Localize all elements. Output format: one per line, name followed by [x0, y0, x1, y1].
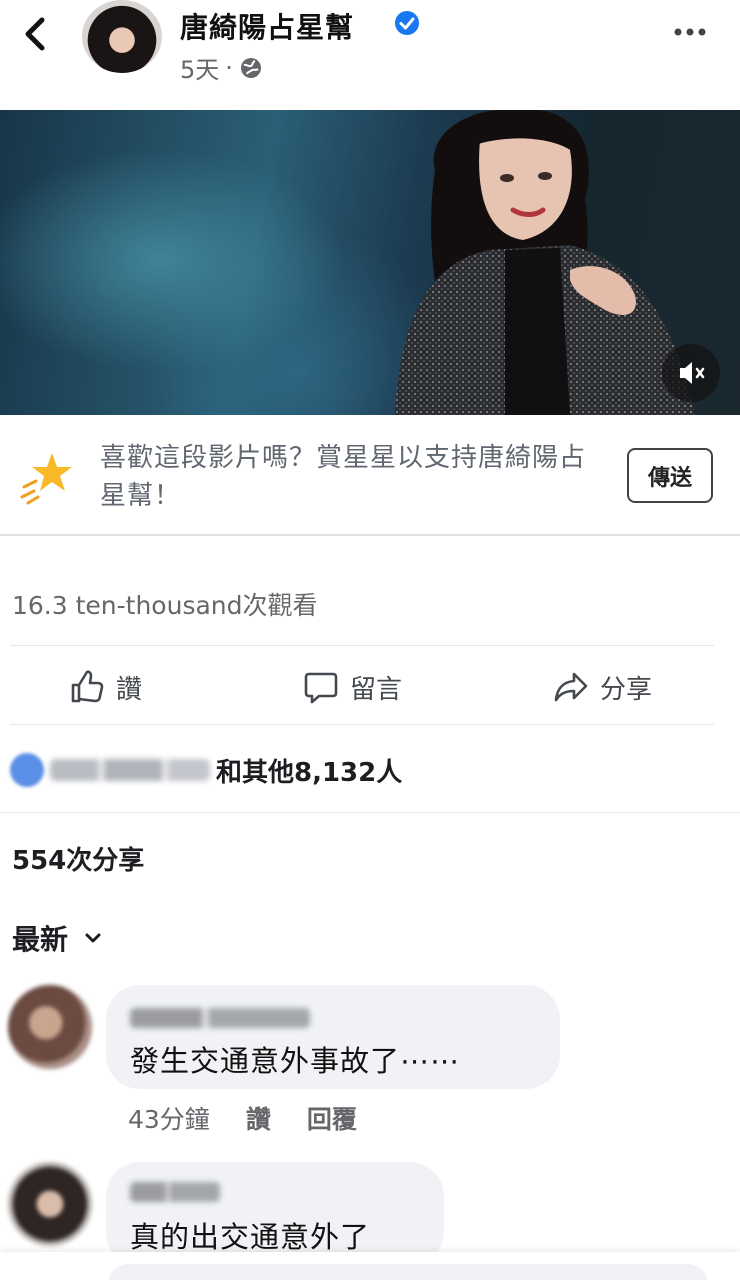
stars-promo-text: 喜歡這段影片嗎？賞星星以支持唐綺陽占星幫！ — [100, 443, 587, 511]
video-player[interactable] — [0, 110, 740, 415]
more-icon[interactable] — [670, 22, 710, 42]
divider — [0, 812, 740, 813]
page-avatar[interactable] — [82, 0, 162, 73]
share-icon — [554, 672, 588, 702]
comment-input[interactable] — [108, 1264, 708, 1280]
reactions-count: 和其他8,132人 — [216, 757, 403, 788]
back-icon[interactable] — [18, 14, 54, 54]
page-name[interactable]: 唐綺陽占星幫 — [180, 6, 354, 46]
like-button[interactable]: 讚 — [68, 668, 142, 706]
like-reaction-icon — [10, 753, 44, 787]
video-person-image — [395, 110, 695, 415]
share-label: 分享 — [600, 674, 653, 705]
like-label: 讚 — [116, 674, 143, 705]
comment-like-link[interactable]: 讚 — [246, 1100, 271, 1136]
blurred-commenter-name[interactable] — [130, 1008, 310, 1028]
stars-promo: 喜歡這段影片嗎？賞星星以支持唐綺陽占星幫！ 傳送 — [0, 415, 740, 536]
post-time[interactable]: 5天 — [180, 50, 219, 85]
post-meta: 5天 · — [180, 50, 263, 85]
comment-meta: 43分鐘 讚 回覆 — [128, 1100, 357, 1136]
commenter-avatar[interactable] — [8, 1162, 92, 1246]
comment-time: 43分鐘 — [128, 1105, 210, 1134]
mute-icon[interactable] — [662, 344, 720, 402]
comment-reply-link[interactable]: 回覆 — [307, 1100, 357, 1136]
comment-sort-dropdown[interactable]: 最新 — [12, 918, 104, 958]
action-bar: 讚 留言 分享 — [10, 645, 714, 725]
comment-label: 留言 — [350, 674, 403, 705]
share-count[interactable]: 554次分享 — [12, 840, 144, 877]
commenter-avatar[interactable] — [8, 985, 92, 1069]
post-header: 唐綺陽占星幫 5天 · — [0, 0, 740, 108]
verified-icon — [395, 11, 419, 35]
chevron-down-icon — [85, 933, 101, 943]
share-button[interactable]: 分享 — [552, 668, 652, 706]
sort-label: 最新 — [12, 923, 69, 956]
comment-text: 發生交通意外事故了⋯⋯ — [130, 1044, 461, 1078]
globe-icon — [240, 57, 261, 78]
star-icon — [20, 453, 72, 505]
blurred-reactor-name — [50, 759, 210, 781]
view-count: 16.3 ten-thousand次觀看 — [12, 591, 318, 620]
meta-separator: · — [225, 53, 233, 82]
comment-icon — [304, 672, 338, 704]
comment-button[interactable]: 留言 — [302, 668, 402, 706]
like-icon — [71, 670, 104, 703]
reactions-summary[interactable]: 和其他8,132人 — [10, 748, 402, 792]
comment-text: 真的出交通意外了 — [130, 1220, 371, 1254]
blurred-commenter-name[interactable] — [130, 1182, 220, 1202]
send-stars-button[interactable]: 傳送 — [627, 448, 713, 503]
